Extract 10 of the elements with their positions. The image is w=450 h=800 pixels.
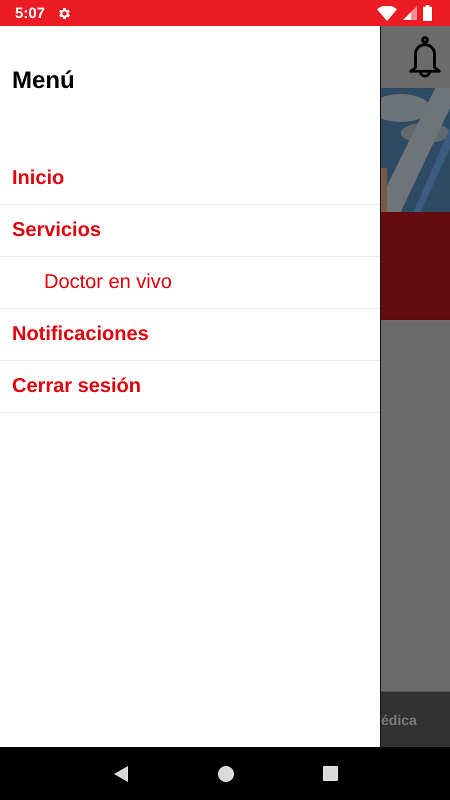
wifi-icon (377, 6, 397, 20)
clock-time: 5:07 (15, 4, 46, 22)
home-icon[interactable] (218, 766, 234, 782)
recents-icon[interactable] (322, 766, 338, 781)
drawer-title: Menú (11, 66, 76, 96)
battery-icon (423, 5, 432, 21)
tab-label[interactable]: édica (381, 712, 417, 728)
back-icon[interactable] (112, 766, 128, 782)
gear-icon (57, 6, 72, 20)
signal-icon (403, 6, 417, 20)
